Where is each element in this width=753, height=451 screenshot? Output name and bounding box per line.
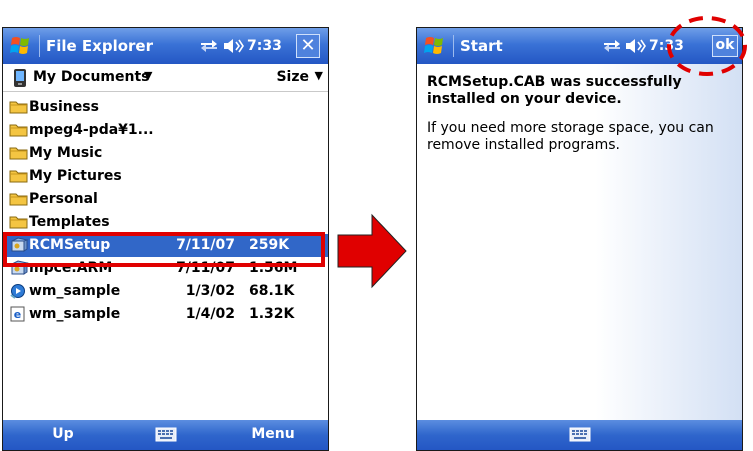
file-row[interactable]: My Music [3,142,328,165]
message-area: RCMSetup.CAB was successfully installed … [417,64,742,420]
title-separator [453,35,454,57]
ie-file-icon: e [9,306,29,322]
chevron-down-icon[interactable]: ▼ [315,69,323,82]
app-title: File Explorer [46,37,153,55]
windows-start-icon[interactable] [9,34,35,58]
up-softkey[interactable]: Up [3,426,123,442]
connectivity-icon[interactable] [602,38,622,54]
folder-dropdown[interactable]: My Documents [33,69,150,85]
file-name: mpeg4-pda¥1... [29,122,154,138]
title-separator [39,35,40,57]
file-size: 68.1K [249,283,295,299]
folder-header: My Documents ▼ Size ▼ [3,64,328,92]
clock[interactable]: 7:33 [247,37,282,55]
keyboard-icon[interactable] [569,426,591,443]
file-name: Personal [29,191,98,207]
folder-icon [9,214,29,230]
media-file-icon [9,283,29,299]
file-name: wm_sample [29,306,121,322]
install-success-message: RCMSetup.CAB was successfully installed … [427,74,682,107]
app-title: Start [460,37,503,55]
ok-callout-circle [667,16,747,76]
file-row[interactable]: My Pictures [3,165,328,188]
connectivity-icon[interactable] [199,38,219,54]
softkey-bar: Up Menu [3,420,328,450]
file-name: wm_sample [29,283,121,299]
volume-icon[interactable] [624,37,646,55]
folder-icon [9,168,29,184]
pda-device-icon [14,69,26,87]
right-arrow-icon [337,213,407,289]
file-name: Templates [29,214,110,230]
file-size: 1.32K [249,306,295,322]
folder-icon [9,191,29,207]
keyboard-icon[interactable] [155,426,177,443]
install-confirmation-screen: Start 7:33 ok RCMSetup.CAB was successfu… [416,27,743,451]
file-date: 1/3/02 [185,283,235,299]
file-name: Business [29,99,99,115]
sort-dropdown[interactable]: Size [276,69,309,85]
folder-icon [9,99,29,115]
storage-hint-message: If you need more storage space, you can … [427,120,714,153]
chevron-down-icon[interactable]: ▼ [144,69,152,82]
selection-highlight-box [3,232,325,267]
svg-text:e: e [14,308,21,321]
title-bar: File Explorer 7:33 ✕ [3,28,328,64]
file-name: My Music [29,145,103,161]
volume-icon[interactable] [222,37,244,55]
file-row[interactable]: wm_sample 1/3/02 68.1K [3,280,328,303]
file-date: 1/4/02 [185,306,235,322]
file-name: My Pictures [29,168,122,184]
windows-start-icon[interactable] [423,34,449,58]
file-row[interactable]: Templates [3,211,328,234]
file-row[interactable]: Business [3,96,328,119]
folder-icon [9,122,29,138]
menu-softkey[interactable]: Menu [218,426,328,442]
softkey-bar [417,420,742,450]
folder-icon [9,145,29,161]
file-row[interactable]: Personal [3,188,328,211]
close-button[interactable]: ✕ [296,34,320,58]
file-row[interactable]: e wm_sample 1/4/02 1.32K [3,303,328,326]
file-row[interactable]: mpeg4-pda¥1... [3,119,328,142]
